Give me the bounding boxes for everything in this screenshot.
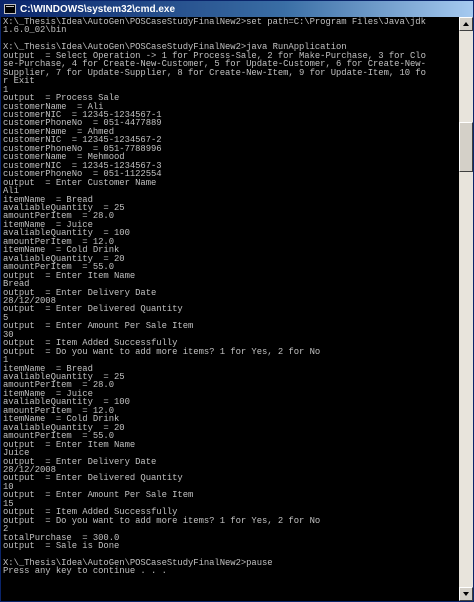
- console-output-area[interactable]: X:\_Thesis\Idea\AutoGen\POSCaseStudyFina…: [2, 17, 459, 601]
- console-text: X:\_Thesis\Idea\AutoGen\POSCaseStudyFina…: [2, 17, 459, 576]
- console-line: output = Enter Amount Per Sale Item: [3, 321, 194, 332]
- console-line: output = Do you want to add more items? …: [3, 515, 321, 526]
- scroll-down-button[interactable]: [459, 587, 473, 601]
- arrow-down-icon: [463, 592, 469, 596]
- scroll-thumb[interactable]: [459, 122, 473, 172]
- console-line: Supplier, 7 for Update-Supplier, 8 for C…: [3, 67, 426, 78]
- console-line: output = Enter Customer Name: [3, 177, 157, 188]
- console-line: output = Enter Delivered Quantity: [3, 304, 183, 315]
- cmd-icon[interactable]: [4, 4, 16, 14]
- console-line: output = Do you want to add more items? …: [3, 346, 321, 357]
- arrow-up-icon: [463, 22, 469, 26]
- console-line: 1.6.0_02\bin: [3, 25, 67, 36]
- window-title: C:\WINDOWS\system32\cmd.exe: [20, 3, 176, 15]
- scroll-up-button[interactable]: [459, 17, 473, 31]
- console-window: C:\WINDOWS\system32\cmd.exe X:\_Thesis\I…: [0, 0, 474, 602]
- console-line: Press any key to continue . . .: [3, 566, 167, 577]
- title-bar[interactable]: C:\WINDOWS\system32\cmd.exe: [1, 1, 473, 17]
- vertical-scrollbar[interactable]: [459, 17, 473, 601]
- console-line: output = Enter Delivered Quantity: [3, 473, 183, 484]
- console-line: output = Sale is Done: [3, 541, 120, 552]
- console-line: output = Enter Amount Per Sale Item: [3, 490, 194, 501]
